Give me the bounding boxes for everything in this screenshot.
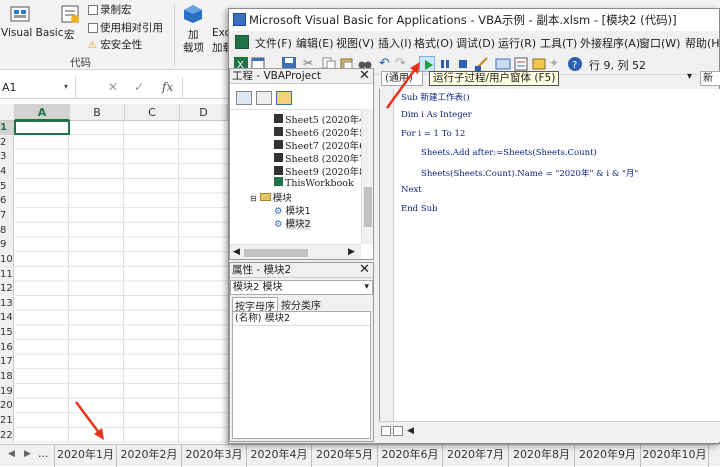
annotation-arrows	[75, 62, 420, 440]
annotation-arrow-top	[385, 62, 420, 109]
annotation-arrow-bottom	[75, 401, 104, 440]
